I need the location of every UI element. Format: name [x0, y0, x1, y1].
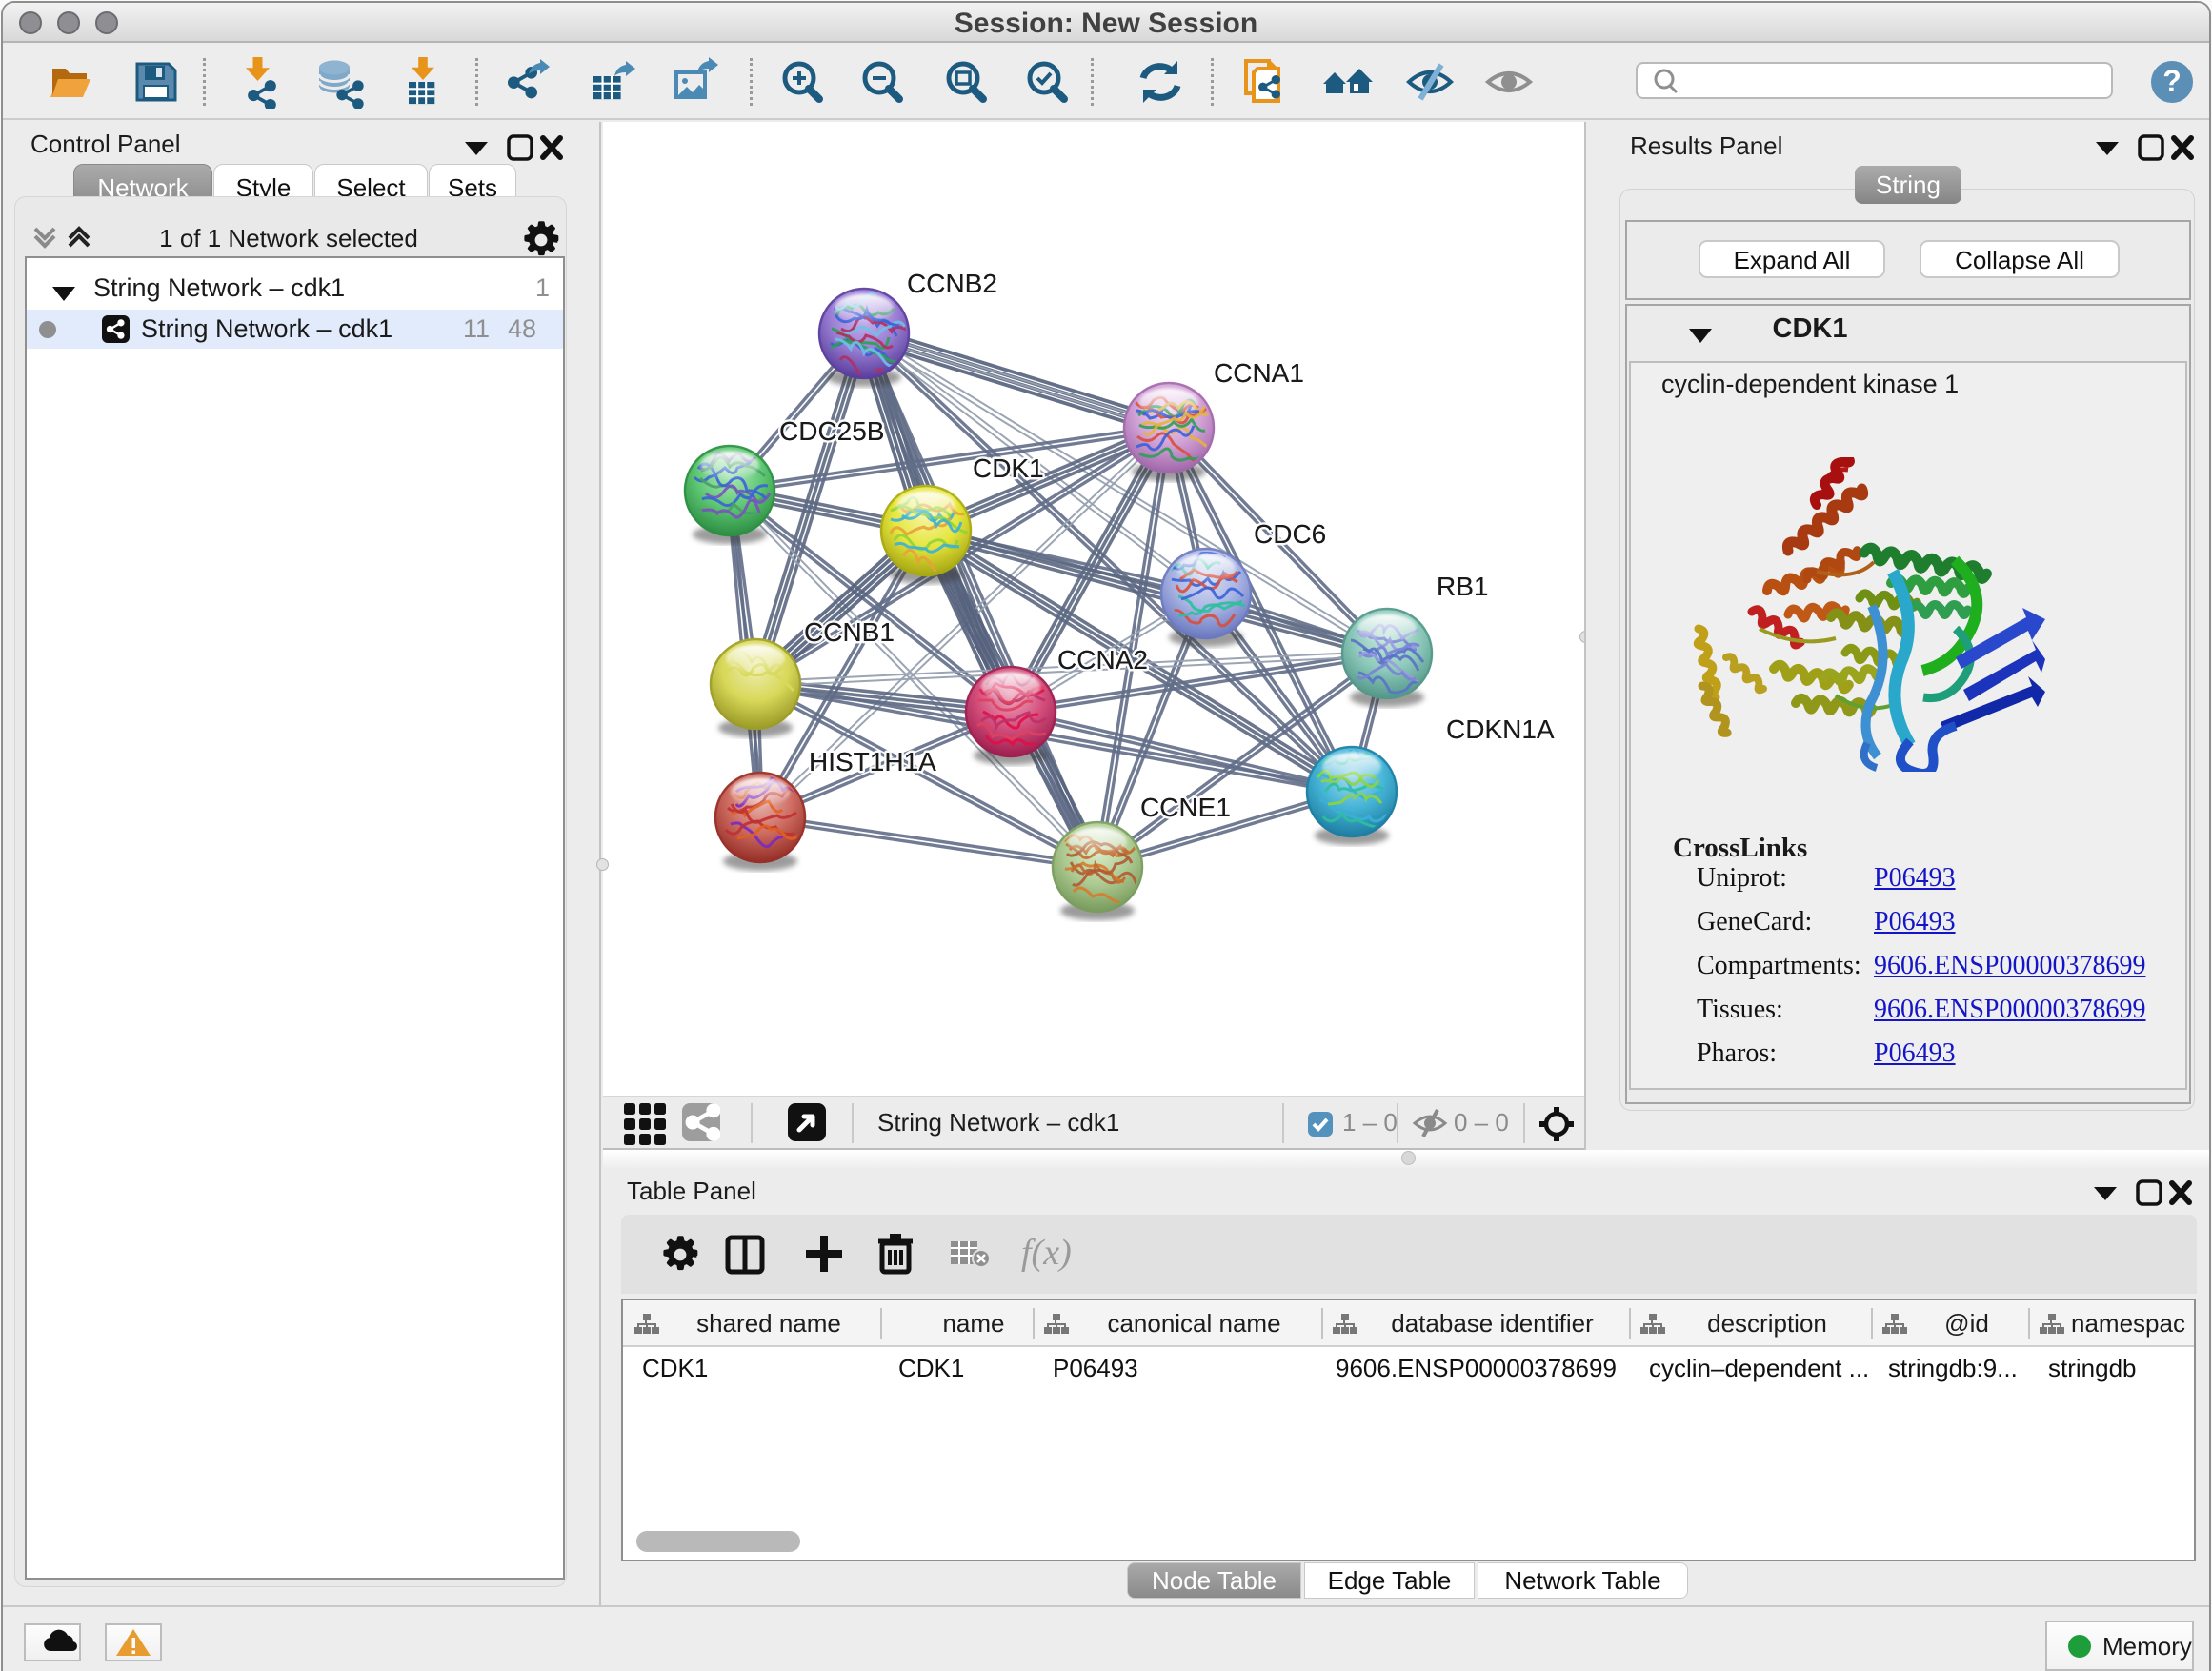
svg-text:CDK1: CDK1: [973, 453, 1044, 483]
svg-text:RB1: RB1: [1437, 572, 1488, 601]
svg-text:CDKN1A: CDKN1A: [1446, 715, 1555, 744]
svg-text:CCNB2: CCNB2: [907, 269, 997, 298]
svg-text:?: ?: [2162, 64, 2182, 98]
svg-text:CCNE1: CCNE1: [1140, 793, 1231, 822]
svg-text:CCNA1: CCNA1: [1214, 358, 1304, 388]
svg-text:HIST1H1A: HIST1H1A: [809, 747, 936, 776]
svg-text:CCNB1: CCNB1: [804, 617, 895, 647]
svg-text:CCNA2: CCNA2: [1057, 645, 1148, 674]
svg-text:CDC25B: CDC25B: [779, 416, 884, 446]
svg-text:CDC6: CDC6: [1254, 519, 1326, 549]
